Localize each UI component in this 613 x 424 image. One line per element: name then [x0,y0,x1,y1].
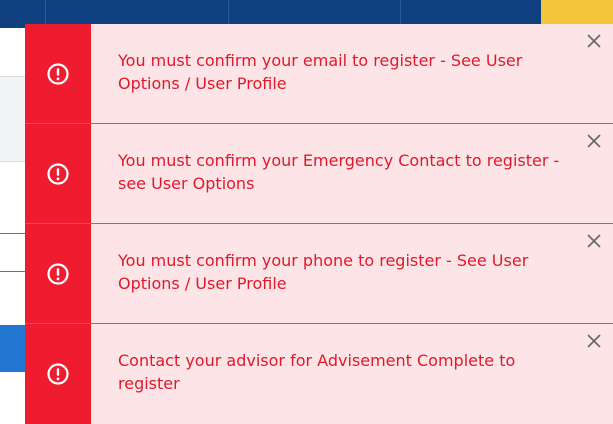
error-notification: You must confirm your phone to register … [25,224,613,324]
notification-icon-column [25,224,91,323]
notification-message: You must confirm your email to register … [118,51,523,93]
notification-stack: You must confirm your email to register … [25,24,613,424]
notification-message: Contact your advisor for Advisement Comp… [118,351,516,393]
notification-icon-column [25,324,91,424]
close-icon[interactable] [585,232,603,250]
notification-icon-column [25,124,91,223]
notification-message: You must confirm your phone to register … [118,251,529,293]
error-notification: You must confirm your email to register … [25,24,613,124]
alert-circle-icon [47,363,69,385]
alert-circle-icon [47,62,69,85]
notification-icon-column [25,24,91,123]
alert-circle-icon [47,262,69,285]
alert-circle-icon [47,162,69,185]
error-notification: Contact your advisor for Advisement Comp… [25,324,613,424]
close-icon[interactable] [585,132,603,150]
close-icon[interactable] [585,332,603,350]
notification-message: You must confirm your Emergency Contact … [118,151,560,193]
close-icon[interactable] [585,32,603,50]
error-notification: You must confirm your Emergency Contact … [25,124,613,224]
